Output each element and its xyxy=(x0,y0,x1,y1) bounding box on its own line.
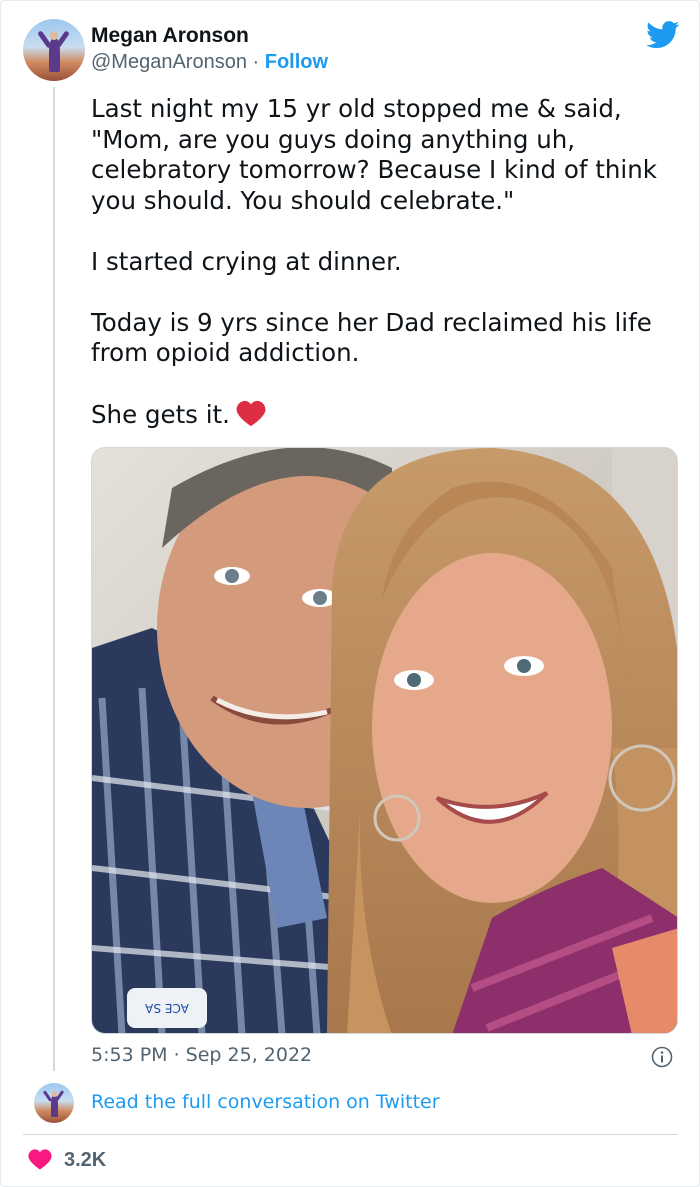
info-icon[interactable] xyxy=(651,1046,673,1068)
tweet-timestamp[interactable]: 5:53 PM · Sep 25, 2022 xyxy=(91,1044,312,1066)
twitter-bird-icon[interactable] xyxy=(646,21,680,49)
tweet-text: Last night my 15 yr old stopped me & sai… xyxy=(91,94,691,461)
tweet-paragraph: She gets it. xyxy=(91,400,230,429)
separator-dot: · xyxy=(252,51,260,73)
selfie-photo-illustration: ACE SA xyxy=(92,448,677,1033)
tweet-photo[interactable]: ACE SA xyxy=(91,447,678,1034)
heart-icon[interactable] xyxy=(28,1148,52,1170)
author-handle-row: @MeganAronson · Follow xyxy=(91,51,328,74)
author-avatar-small[interactable] xyxy=(34,1083,74,1123)
embedded-tweet-card: Megan Aronson @MeganAronson · Follow Las… xyxy=(0,0,700,1187)
author-avatar[interactable] xyxy=(23,19,85,81)
follow-button[interactable]: Follow xyxy=(265,51,328,73)
divider xyxy=(23,1134,678,1135)
tweet-paragraph: Today is 9 yrs since her Dad reclaimed h… xyxy=(91,307,652,368)
svg-text:ACE SA: ACE SA xyxy=(144,1001,189,1015)
tweet-paragraph: I started crying at dinner. xyxy=(91,246,402,276)
tweet-paragraph-last: She gets it. xyxy=(91,399,691,431)
tweet-paragraph: Last night my 15 yr old stopped me & sai… xyxy=(91,94,657,215)
read-conversation-link[interactable]: Read the full conversation on Twitter xyxy=(91,1091,440,1113)
thread-line xyxy=(53,87,55,1071)
author-name[interactable]: Megan Aronson xyxy=(91,24,249,48)
author-handle[interactable]: @MeganAronson xyxy=(91,51,247,73)
red-heart-emoji-icon xyxy=(236,400,266,427)
like-count: 3.2K xyxy=(64,1149,107,1171)
